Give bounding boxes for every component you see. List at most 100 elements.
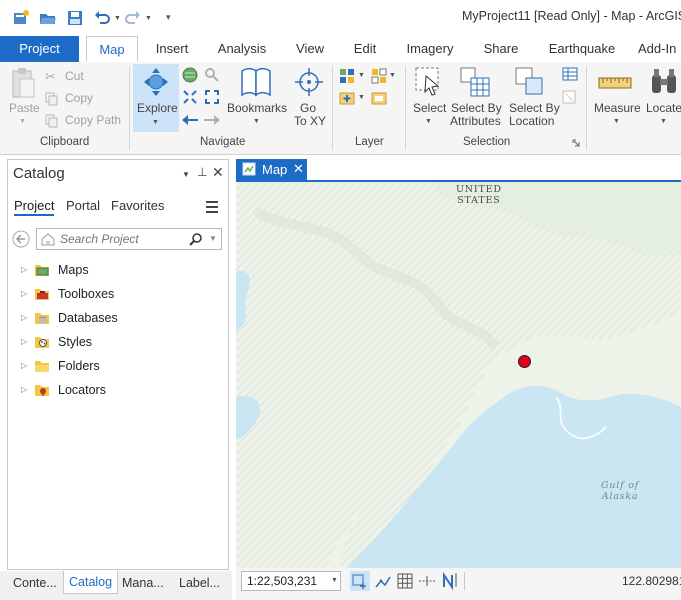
tab-imagery[interactable]: Imagery (399, 36, 461, 62)
explore-button[interactable]: Explore ▼ (133, 64, 179, 132)
fixed-zoom-in-icon[interactable] (182, 89, 198, 105)
catalog-item-styles[interactable]: ▷ Styles (21, 333, 221, 353)
catalog-item-folders[interactable]: ▷ Folders (21, 357, 221, 377)
tab-catalog[interactable]: Catalog (63, 571, 119, 594)
search-input[interactable] (60, 232, 180, 246)
expand-icon[interactable]: ▷ (21, 385, 27, 394)
select-button[interactable]: Select (413, 101, 446, 115)
tab-management[interactable]: Mana... (122, 576, 164, 590)
undo-dropdown-icon[interactable]: ▼ (114, 15, 121, 22)
clipboard-group-label: Clipboard (40, 136, 90, 148)
cut-button[interactable]: Cut (65, 69, 84, 83)
catalog-tab-portal[interactable]: Portal (66, 198, 100, 213)
redo-dropdown-icon[interactable]: ▼ (145, 15, 152, 22)
tab-share[interactable]: Share (476, 36, 526, 62)
select-by-location-label-line2: Location (509, 114, 555, 128)
measure-button[interactable]: Measure (594, 101, 641, 115)
go-to-xy-button[interactable]: Go (300, 101, 316, 115)
expand-icon[interactable]: ▷ (21, 265, 27, 274)
catalog-pane: Catalog ▼ ⊥ ✕ Project Portal Favorites ▼… (7, 159, 229, 570)
search-icon[interactable] (189, 232, 203, 246)
catalog-tab-favorites[interactable]: Favorites (111, 198, 164, 213)
search-options-dropdown-icon[interactable]: ▼ (209, 234, 217, 243)
close-map-tab-icon[interactable]: ✕ (293, 161, 304, 177)
map-navigator-button[interactable] (350, 571, 370, 591)
next-extent-icon (204, 115, 220, 125)
bookmarks-dropdown-icon[interactable]: ▼ (253, 118, 260, 125)
tab-view[interactable]: View (288, 36, 332, 62)
catalog-item-toolboxes[interactable]: ▷ Toolboxes (21, 285, 221, 305)
tab-contents[interactable]: Conte... (13, 576, 57, 590)
copy-button[interactable]: Copy (65, 91, 93, 105)
expand-icon[interactable]: ▷ (21, 337, 27, 346)
title-bar: ▼ ▼ ▾ MyProject11 [Read Only] - Map - Ar… (0, 0, 681, 36)
north-arrow-icon[interactable] (441, 571, 459, 591)
styles-icon (35, 337, 49, 348)
close-icon[interactable]: ✕ (212, 164, 224, 181)
tab-add-in[interactable]: Add-In (638, 36, 681, 62)
grid-icon[interactable] (397, 573, 413, 589)
select-icon (415, 67, 440, 96)
previous-extent-icon[interactable] (181, 112, 199, 128)
add-preset-icon[interactable] (339, 90, 355, 106)
snapping-icon[interactable] (374, 573, 392, 591)
add-data-icon[interactable] (339, 68, 355, 84)
copy-path-button[interactable]: Copy Path (65, 113, 121, 127)
attributes-icon[interactable] (562, 67, 578, 81)
constraints-icon[interactable] (418, 573, 436, 589)
bookmarks-button[interactable]: Bookmarks (227, 101, 287, 115)
paste-button[interactable]: Paste (9, 101, 40, 115)
expand-icon[interactable]: ▷ (21, 361, 27, 370)
tab-analysis[interactable]: Analysis (212, 36, 272, 62)
select-by-location-button[interactable]: Select By (509, 101, 560, 115)
gulf-label: Gulf of Alaska (601, 480, 640, 502)
new-project-icon[interactable] (12, 9, 30, 27)
measure-icon (598, 77, 632, 89)
select-dropdown-icon[interactable]: ▼ (425, 118, 432, 125)
pin-icon[interactable]: ⊥ (197, 165, 207, 179)
selection-options-launcher-icon[interactable] (572, 139, 580, 147)
catalog-item-locators[interactable]: ▷ Locators (21, 381, 221, 401)
locate-dropdown-icon[interactable]: ▼ (660, 118, 667, 125)
back-icon[interactable] (12, 230, 30, 248)
add-preset-dropdown-icon[interactable]: ▼ (358, 94, 365, 101)
expand-icon[interactable]: ▷ (21, 289, 27, 298)
select-by-attributes-button[interactable]: Select By (451, 101, 502, 115)
expand-icon[interactable]: ▷ (21, 313, 27, 322)
undo-icon[interactable] (94, 9, 112, 27)
customize-toolbar-icon[interactable]: ▾ (166, 12, 171, 23)
full-extent-icon[interactable] (182, 67, 198, 83)
map-view-tab[interactable]: Map ✕ (236, 159, 307, 180)
zoom-to-selection-icon (205, 68, 219, 82)
tab-labeling[interactable]: Label... (179, 576, 220, 590)
catalog-item-maps[interactable]: ▷ Maps (21, 261, 221, 281)
explore-dropdown-icon: ▼ (152, 119, 159, 126)
save-project-icon[interactable] (66, 9, 84, 27)
catalog-tab-project[interactable]: Project (14, 198, 55, 216)
tab-map[interactable]: Map (86, 36, 138, 62)
catalog-item-databases[interactable]: ▷ Databases (21, 309, 221, 329)
selection-extent-icon (352, 574, 366, 589)
fixed-zoom-out-icon[interactable] (204, 89, 220, 105)
tab-edit[interactable]: Edit (345, 36, 385, 62)
navigate-group-label: Navigate (200, 136, 246, 148)
open-project-icon[interactable] (39, 9, 57, 27)
basemap-icon[interactable] (371, 68, 387, 84)
earthquake-point-marker[interactable] (518, 355, 531, 368)
map-view[interactable]: UNITED STATES Gulf of Alaska (236, 180, 681, 568)
layer-group-label: Layer (355, 136, 384, 148)
status-separator (464, 572, 465, 590)
tab-earthquake[interactable]: Earthquake (541, 36, 623, 62)
add-graphics-layer-icon[interactable] (371, 90, 387, 106)
search-box: ▼ (36, 228, 222, 250)
measure-dropdown-icon[interactable]: ▼ (613, 118, 620, 125)
locate-button[interactable]: Locate (646, 101, 681, 115)
basemap-dropdown-icon[interactable]: ▼ (389, 72, 396, 79)
pane-options-icon[interactable]: ▼ (182, 170, 190, 179)
scale-dropdown-icon[interactable]: ▼ (331, 577, 338, 584)
menu-icon[interactable] (205, 200, 219, 214)
scale-combobox[interactable]: 1:22,503,231 (241, 571, 341, 591)
add-data-dropdown-icon[interactable]: ▼ (358, 72, 365, 79)
tab-insert[interactable]: Insert (148, 36, 196, 62)
tab-project[interactable]: Project (0, 36, 79, 62)
